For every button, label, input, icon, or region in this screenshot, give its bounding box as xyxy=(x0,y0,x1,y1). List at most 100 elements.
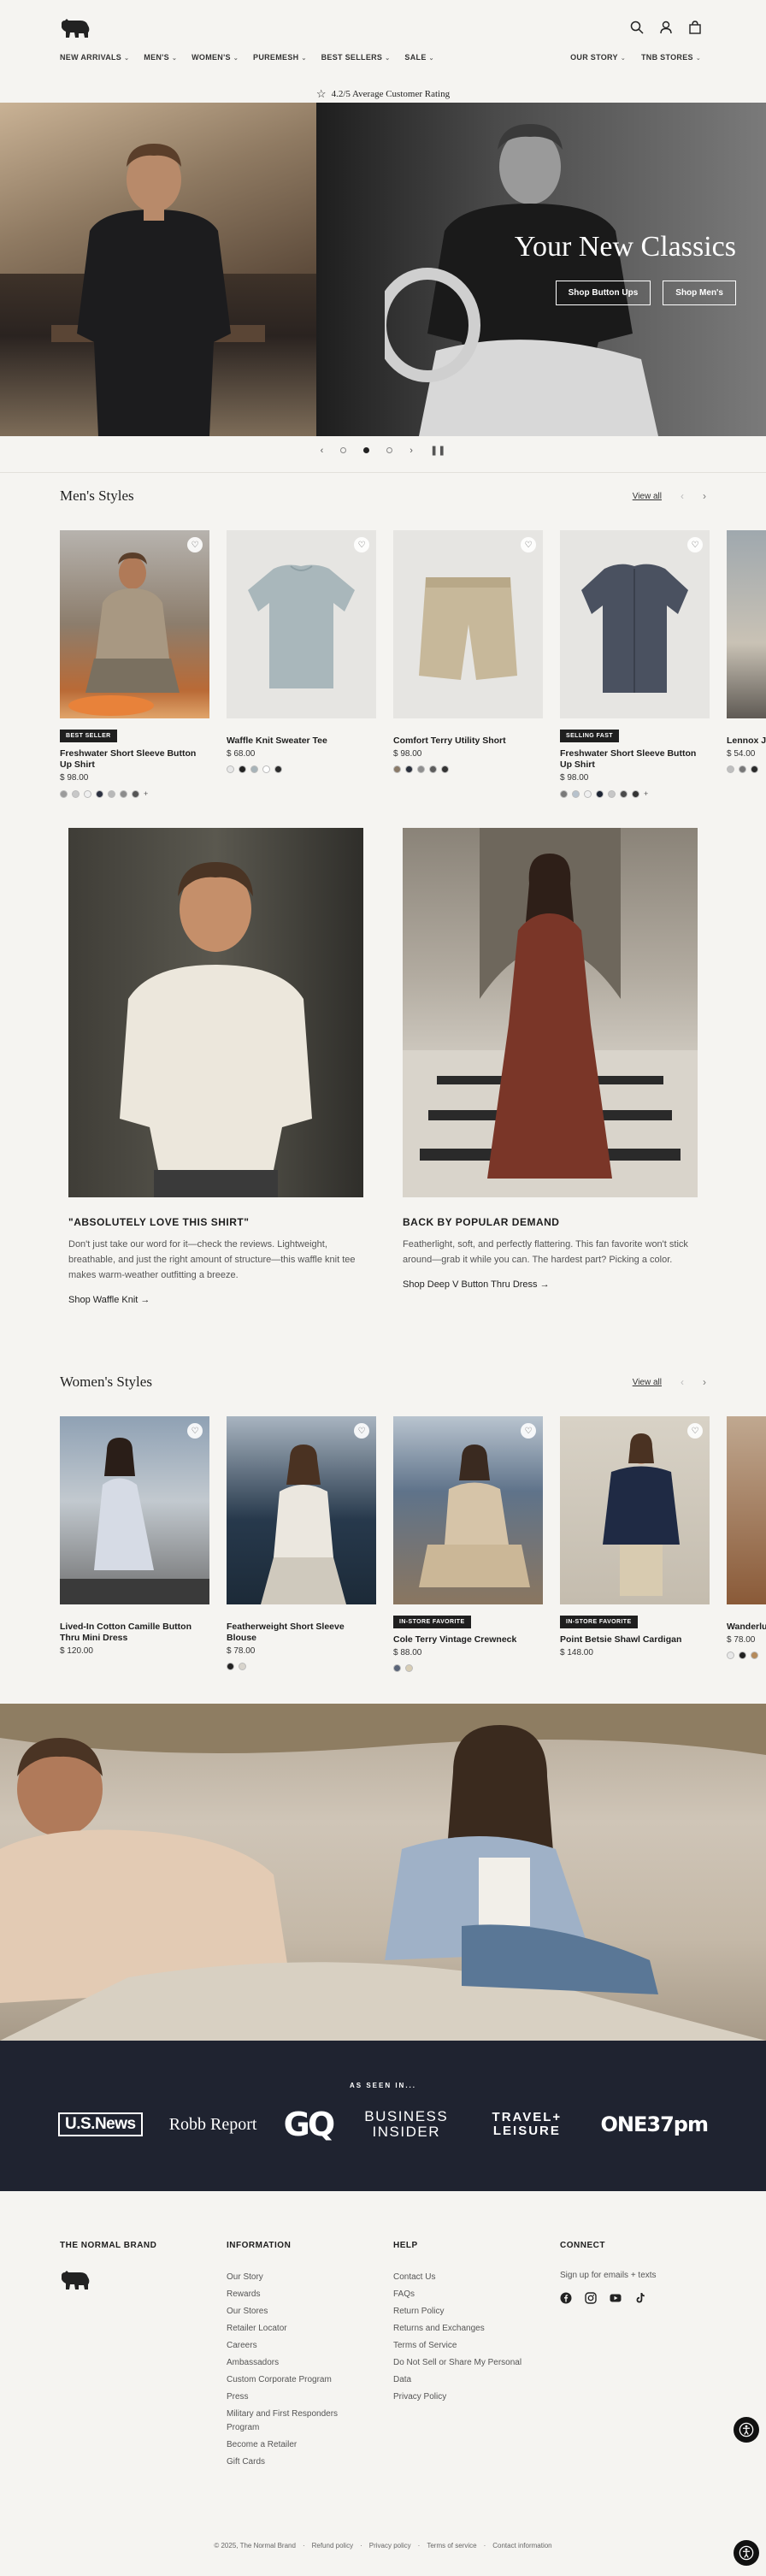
color-swatch[interactable] xyxy=(132,789,139,798)
pause-icon[interactable]: ❚❚ xyxy=(430,445,445,456)
product-card[interactable]: ♡ Featherweight Short Sleeve Blouse $ 78… xyxy=(227,1416,376,1672)
email-signup-link[interactable]: Sign up for emails + texts xyxy=(560,2271,705,2280)
color-swatch[interactable] xyxy=(120,789,127,798)
color-swatch[interactable] xyxy=(262,765,270,773)
color-swatch[interactable] xyxy=(596,789,604,798)
chevron-left-icon[interactable]: ‹ xyxy=(681,490,684,502)
product-name[interactable]: Comfort Terry Utility Short xyxy=(393,736,543,747)
shop-deep-v-dress-link[interactable]: Shop Deep V Button Thru Dress → xyxy=(403,1279,698,1290)
product-card[interactable]: Lennox Je $ 54.00 xyxy=(727,530,766,798)
product-card[interactable]: ♡ IN-STORE FAVORITE Point Betsie Shawl C… xyxy=(560,1416,710,1672)
product-card[interactable]: ♡ SELLING FAST Freshwater Short Sleeve B… xyxy=(560,530,710,798)
youtube-icon[interactable] xyxy=(610,2292,622,2304)
nav-sale[interactable]: SALE ⌄ xyxy=(404,53,433,62)
color-swatch[interactable] xyxy=(72,789,80,798)
footer-link[interactable]: Do Not Sell or Share My Personal Data xyxy=(393,2354,530,2389)
privacy-policy-link[interactable]: Privacy policy xyxy=(369,2542,411,2549)
footer-link[interactable]: Returns and Exchanges xyxy=(393,2320,530,2337)
color-swatch[interactable] xyxy=(239,765,246,773)
color-swatch[interactable] xyxy=(441,765,449,773)
color-swatch[interactable] xyxy=(250,765,258,773)
terms-of-service-link[interactable]: Terms of service xyxy=(427,2542,476,2549)
product-name[interactable]: Wanderlu xyxy=(727,1622,766,1633)
product-card[interactable]: ♡ IN-STORE FAVORITE Cole Terry Vintage C… xyxy=(393,1416,543,1672)
slide-dot-3[interactable] xyxy=(386,447,393,453)
heart-icon[interactable]: ♡ xyxy=(187,1423,203,1439)
color-swatch[interactable] xyxy=(227,1663,234,1670)
slide-dot-2[interactable] xyxy=(363,447,370,453)
product-name[interactable]: Cole Terry Vintage Crewneck xyxy=(393,1634,543,1645)
product-name[interactable]: Featherweight Short Sleeve Blouse xyxy=(227,1622,376,1644)
facebook-icon[interactable] xyxy=(560,2292,572,2304)
color-swatch[interactable] xyxy=(96,789,103,798)
footer-link[interactable]: Contact Us xyxy=(393,2269,530,2286)
color-swatch[interactable] xyxy=(620,789,628,798)
product-name[interactable]: Freshwater Short Sleeve Button Up Shirt xyxy=(560,748,710,771)
footer-link[interactable]: Our Story xyxy=(227,2269,363,2286)
heart-icon[interactable]: ♡ xyxy=(687,537,703,552)
product-card[interactable]: ♡ Lived-In Cotton Camille Button Thru Mi… xyxy=(60,1416,209,1672)
color-swatch[interactable] xyxy=(60,789,68,798)
footer-link[interactable]: Press xyxy=(227,2389,363,2406)
chevron-right-icon[interactable]: › xyxy=(703,1376,706,1388)
product-name[interactable]: Lennox Je xyxy=(727,736,766,747)
product-image[interactable]: ♡ xyxy=(560,530,710,718)
color-swatch[interactable] xyxy=(429,765,437,773)
instagram-icon[interactable] xyxy=(585,2292,597,2304)
refund-policy-link[interactable]: Refund policy xyxy=(312,2542,353,2549)
product-card[interactable]: Wanderlu $ 78.00 xyxy=(727,1416,766,1672)
footer-link[interactable]: Gift Cards xyxy=(227,2454,363,2471)
color-swatch[interactable] xyxy=(227,765,234,773)
footer-link[interactable]: Careers xyxy=(227,2337,363,2354)
more-colors-indicator[interactable]: + xyxy=(144,789,148,798)
color-swatch[interactable] xyxy=(84,789,91,798)
color-swatch[interactable] xyxy=(417,765,425,773)
color-swatch[interactable] xyxy=(632,789,639,798)
color-swatch[interactable] xyxy=(751,765,758,773)
heart-icon[interactable]: ♡ xyxy=(687,1423,703,1439)
product-image[interactable]: ♡ xyxy=(60,1416,209,1604)
footer-link[interactable]: Become a Retailer xyxy=(227,2437,363,2454)
product-name[interactable]: Point Betsie Shawl Cardigan xyxy=(560,1634,710,1645)
product-image[interactable]: ♡ xyxy=(393,530,543,718)
tiktok-icon[interactable] xyxy=(634,2292,646,2304)
more-colors-indicator[interactable]: + xyxy=(644,789,648,798)
color-swatch[interactable] xyxy=(393,1664,401,1672)
accessibility-icon[interactable] xyxy=(734,2540,759,2566)
shop-button-ups-button[interactable]: Shop Button Ups xyxy=(555,281,651,305)
color-swatch[interactable] xyxy=(608,789,616,798)
slide-dot-1[interactable] xyxy=(340,447,347,453)
product-image[interactable]: ♡ xyxy=(227,530,376,718)
color-swatch[interactable] xyxy=(405,765,413,773)
shop-mens-button[interactable]: Shop Men's xyxy=(663,281,736,305)
footer-link[interactable]: Custom Corporate Program xyxy=(227,2372,363,2389)
color-swatch[interactable] xyxy=(727,1651,734,1659)
product-image[interactable]: ♡ xyxy=(60,530,209,718)
nav-our-story[interactable]: OUR STORY ⌄ xyxy=(570,53,626,62)
cart-icon[interactable] xyxy=(687,20,703,35)
chevron-left-icon[interactable]: ‹ xyxy=(321,446,324,456)
product-image[interactable]: ♡ xyxy=(227,1416,376,1604)
product-card[interactable]: ♡ Waffle Knit Sweater Tee $ 68.00 xyxy=(227,530,376,798)
contact-information-link[interactable]: Contact information xyxy=(492,2542,551,2549)
footer-link[interactable]: FAQs xyxy=(393,2286,530,2303)
chevron-right-icon[interactable]: › xyxy=(703,490,706,502)
footer-link[interactable]: Our Stores xyxy=(227,2303,363,2320)
product-name[interactable]: Waffle Knit Sweater Tee xyxy=(227,736,376,747)
heart-icon[interactable]: ♡ xyxy=(521,537,536,552)
nav-new-arrivals[interactable]: NEW ARRIVALS ⌄ xyxy=(60,53,129,62)
product-card[interactable]: ♡ BEST SELLER Freshwater Short Sleeve Bu… xyxy=(60,530,209,798)
product-name[interactable]: Lived-In Cotton Camille Button Thru Mini… xyxy=(60,1622,209,1644)
color-swatch[interactable] xyxy=(739,765,746,773)
mens-view-all-link[interactable]: View all xyxy=(633,492,662,501)
footer-link[interactable]: Military and First Responders Program xyxy=(227,2406,363,2437)
chevron-left-icon[interactable]: ‹ xyxy=(681,1376,684,1388)
product-image[interactable] xyxy=(727,1416,766,1604)
account-icon[interactable] xyxy=(658,20,674,35)
footer-link[interactable]: Privacy Policy xyxy=(393,2389,530,2406)
color-swatch[interactable] xyxy=(727,765,734,773)
footer-link[interactable]: Retailer Locator xyxy=(227,2320,363,2337)
color-swatch[interactable] xyxy=(239,1663,246,1670)
product-image[interactable] xyxy=(727,530,766,718)
search-icon[interactable] xyxy=(629,20,645,35)
